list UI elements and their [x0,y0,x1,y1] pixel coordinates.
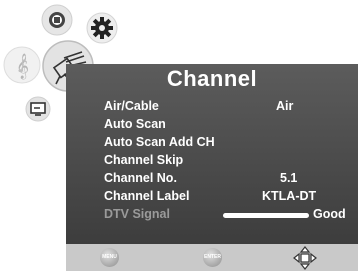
enter-button-icon[interactable]: ENTER [203,248,222,267]
menu-item-label: Air/Cable [104,99,159,113]
menu-item-label: DTV Signal [104,207,170,221]
enter-button-label: ENTER [204,254,221,260]
menu-button-icon[interactable]: MENU [100,248,119,267]
navigation-arrows-icon[interactable] [293,246,317,270]
menu-item-label: Auto Scan Add CH [104,135,215,149]
menu-title: Channel [166,66,258,91]
tv-icon[interactable] [25,96,51,122]
menu-item-value: KTLA-DT [262,189,317,203]
signal-strength-bar [223,213,309,218]
menu-item-value: Air [276,99,294,113]
signal-quality-value: Good [313,207,346,221]
menu-item-auto-scan[interactable]: Auto Scan [104,117,166,131]
menu-item-auto-scan-add-ch[interactable]: Auto Scan Add CH [104,135,215,149]
menu-item-channel-label[interactable]: Channel Label [104,189,189,203]
menu-item-channel-no[interactable]: Channel No. [104,171,177,185]
audio-icon[interactable]: 𝄞 ♪ [3,46,41,84]
menu-item-dtv-signal: DTV Signal [104,207,170,221]
menu-item-channel-skip[interactable]: Channel Skip [104,153,183,167]
svg-text:♪: ♪ [17,56,29,77]
menu-item-value: 5.1 [280,171,298,185]
menu-item-label: Channel Label [104,189,190,203]
menu-item-air-cable[interactable]: Air/Cable [104,99,159,113]
picture-icon[interactable] [41,4,73,36]
menu-item-label: Channel Skip [104,153,184,167]
menu-button-label: MENU [102,254,117,260]
menu-item-label: Channel No. [104,171,177,185]
menu-item-label: Auto Scan [104,117,166,131]
